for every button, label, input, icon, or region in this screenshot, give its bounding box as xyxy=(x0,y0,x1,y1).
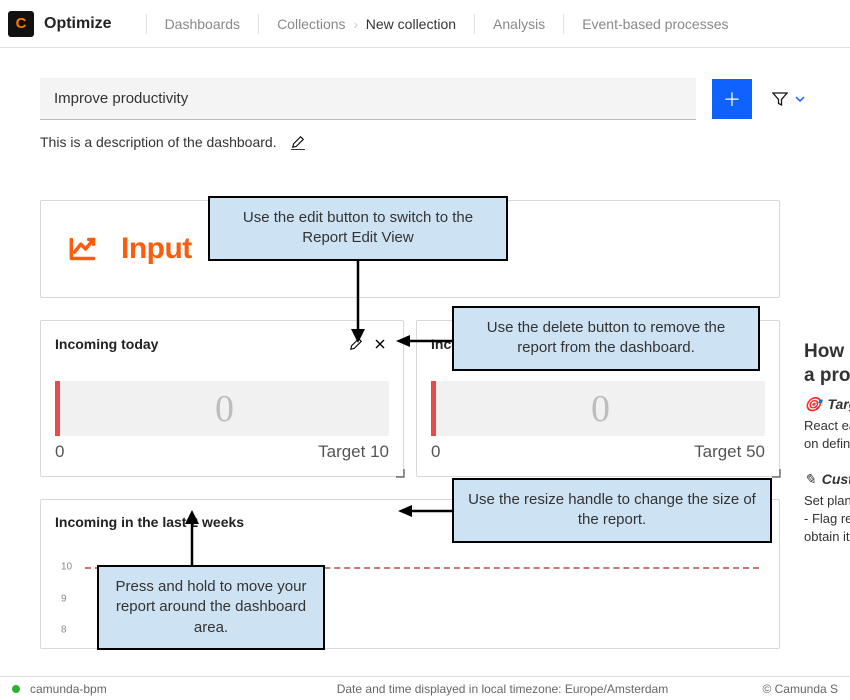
timezone-label: Date and time displayed in local timezon… xyxy=(337,682,669,696)
callout-delete: Use the delete button to remove the repo… xyxy=(452,306,760,371)
description-row: This is a description of the dashboard. xyxy=(0,120,850,150)
breadcrumb-current[interactable]: New collection xyxy=(366,16,456,32)
top-nav: C Optimize Dashboards Collections › New … xyxy=(0,0,850,48)
resize-handle[interactable] xyxy=(767,464,781,478)
report-title: Incoming in the last 2 weeks xyxy=(55,514,244,530)
gauge-min: 0 xyxy=(431,442,440,462)
gauge-target: Target 10 xyxy=(318,442,389,462)
nav-analysis[interactable]: Analysis xyxy=(479,0,559,48)
callout-edit: Use the edit button to switch to the Rep… xyxy=(208,196,508,261)
breadcrumb-collections[interactable]: Collections xyxy=(277,16,345,32)
help-side-panel: How ma proc 🎯 Target React eaon define ✎… xyxy=(794,340,850,546)
y-tick: 8 xyxy=(61,625,67,636)
side-targets-row: 🎯 Target xyxy=(804,396,850,413)
plus-icon: ＋ xyxy=(723,86,741,112)
nav-dashboards[interactable]: Dashboards xyxy=(151,0,255,48)
resize-icon xyxy=(391,464,405,478)
dashboard-description: This is a description of the dashboard. xyxy=(40,134,277,150)
gauge-min: 0 xyxy=(55,442,64,462)
pencil-icon xyxy=(291,135,305,149)
connection-status-dot xyxy=(12,685,20,693)
hero-title: Input xyxy=(121,232,192,266)
side-targets-label: Target xyxy=(827,396,850,412)
nav-event-processes[interactable]: Event-based processes xyxy=(568,0,742,48)
chart-icon xyxy=(65,230,103,268)
title-row: ＋ xyxy=(0,48,850,120)
chevron-down-icon xyxy=(794,93,806,105)
brand-logo: C xyxy=(8,11,34,37)
y-tick: 10 xyxy=(61,562,72,573)
report-title: Incoming today xyxy=(55,336,341,352)
gauge-bar: 0 xyxy=(431,381,765,436)
resize-icon xyxy=(767,464,781,478)
side-custom-label: Custo xyxy=(822,471,850,487)
arrow-resize-to-handle xyxy=(398,502,454,520)
breadcrumb-sep: › xyxy=(346,16,366,32)
divider xyxy=(474,14,475,34)
divider xyxy=(563,14,564,34)
side-heading: How ma proc xyxy=(804,340,850,388)
dashboard-title-input[interactable] xyxy=(40,78,696,120)
target-icon: 🎯 xyxy=(804,396,821,413)
connection-name: camunda-bpm xyxy=(30,682,107,696)
copyright: © Camunda S xyxy=(762,682,838,696)
arrow-edit-to-button xyxy=(346,255,370,345)
brand-name: Optimize xyxy=(44,15,112,33)
gauge-labels: 0 Target 10 xyxy=(55,442,389,462)
gauge-value: 0 xyxy=(215,387,234,431)
arrow-move-to-card xyxy=(180,510,204,568)
edit-description-button[interactable] xyxy=(291,135,305,150)
gauge: 0 0 Target 50 xyxy=(431,357,765,462)
wand-icon: ✎ xyxy=(804,471,816,488)
side-targets-desc: React eaon define xyxy=(804,417,850,453)
divider xyxy=(146,14,147,34)
gauge-bar: 0 xyxy=(55,381,389,436)
close-icon xyxy=(374,338,386,350)
gauge-target: Target 50 xyxy=(694,442,765,462)
nav-collections[interactable]: Collections › New collection xyxy=(263,0,470,48)
report-header: Incoming today xyxy=(55,331,389,357)
side-custom-desc: Set plan- Flag repobtain it xyxy=(804,492,850,547)
gauge-value: 0 xyxy=(591,387,610,431)
filter-dropdown[interactable] xyxy=(768,91,810,107)
funnel-icon xyxy=(772,91,788,107)
y-tick: 9 xyxy=(61,593,67,604)
resize-handle[interactable] xyxy=(391,464,405,478)
report-delete-button[interactable] xyxy=(371,335,389,353)
gauge: 0 0 Target 10 xyxy=(55,357,389,462)
add-button[interactable]: ＋ xyxy=(712,79,752,119)
status-bar: camunda-bpm Date and time displayed in l… xyxy=(0,676,850,700)
arrow-delete-to-button xyxy=(396,332,454,350)
side-custom-row: ✎ Custo xyxy=(804,471,850,488)
callout-move: Press and hold to move your report aroun… xyxy=(97,565,325,650)
callout-resize: Use the resize handle to change the size… xyxy=(452,478,772,543)
gauge-labels: 0 Target 50 xyxy=(431,442,765,462)
divider xyxy=(258,14,259,34)
